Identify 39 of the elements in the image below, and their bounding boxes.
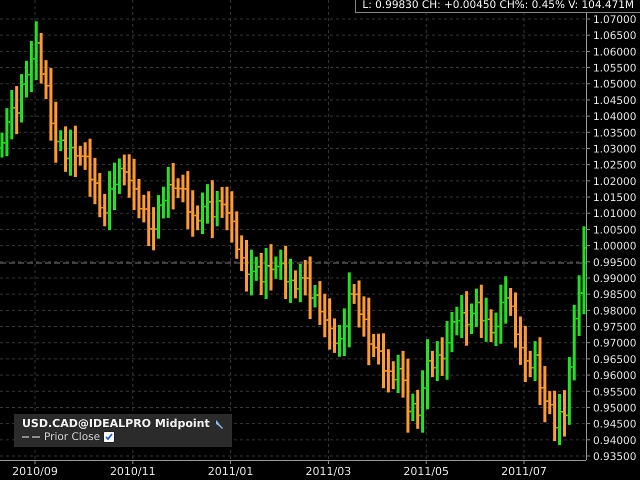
y-axis-label: 1.07000 (593, 14, 636, 26)
y-axis-label: 1.00500 (593, 224, 636, 236)
y-axis-label: 1.02500 (593, 160, 636, 172)
x-axis-label: 2011/01 (208, 465, 254, 478)
y-axis-label: 1.01500 (593, 192, 636, 204)
x-axis-label: 2011/03 (306, 465, 352, 478)
y-axis-label: 0.96000 (593, 370, 636, 382)
dashed-line-icon (22, 435, 40, 439)
y-axis-label: 1.00000 (593, 240, 636, 253)
y-axis-label: 1.05000 (593, 78, 636, 91)
y-axis-label: 0.97500 (593, 322, 636, 334)
y-axis-label: 1.04000 (593, 111, 636, 124)
y-axis-label: 0.98000 (593, 305, 636, 318)
y-axis-label: 0.98500 (593, 289, 636, 302)
x-axis-label: 2011/07 (501, 465, 547, 478)
y-axis-label: 1.06500 (593, 30, 636, 42)
legend-title: USD.CAD@IDEALPRO Midpoint (22, 417, 210, 430)
y-axis-label: 0.95500 (593, 386, 636, 398)
x-axis-label: 2010/09 (12, 465, 58, 478)
y-axis-label: 1.05500 (593, 62, 636, 75)
y-axis-label: 0.94500 (593, 418, 636, 431)
y-axis-label: 1.06000 (593, 46, 636, 58)
quote-summary: L: 0.99830 CH: +0.00450 CH%: 0.45% V: 104.471M (355, 0, 640, 13)
y-axis-label: 0.99000 (593, 272, 636, 285)
y-axis-label: 1.02000 (593, 176, 636, 188)
y-axis-label: 0.96500 (593, 354, 636, 366)
y-axis-label: 0.93500 (593, 451, 636, 463)
y-axis-label: 0.99500 (593, 256, 636, 269)
x-axis-label: 2010/11 (110, 465, 156, 478)
y-axis-label: 1.04500 (593, 94, 636, 107)
checkbox[interactable] (104, 432, 114, 442)
y-axis-label: 1.01000 (593, 208, 636, 220)
y-axis-label: 0.97000 (593, 338, 636, 350)
x-axis-label: 2011/05 (403, 465, 450, 478)
y-axis-label: 1.03000 (593, 143, 636, 156)
y-axis-label: 0.94000 (593, 434, 636, 447)
legend-label: Prior Close (44, 431, 100, 443)
y-axis-label: 1.03500 (593, 127, 636, 140)
y-axis-label: 0.95000 (593, 402, 636, 414)
